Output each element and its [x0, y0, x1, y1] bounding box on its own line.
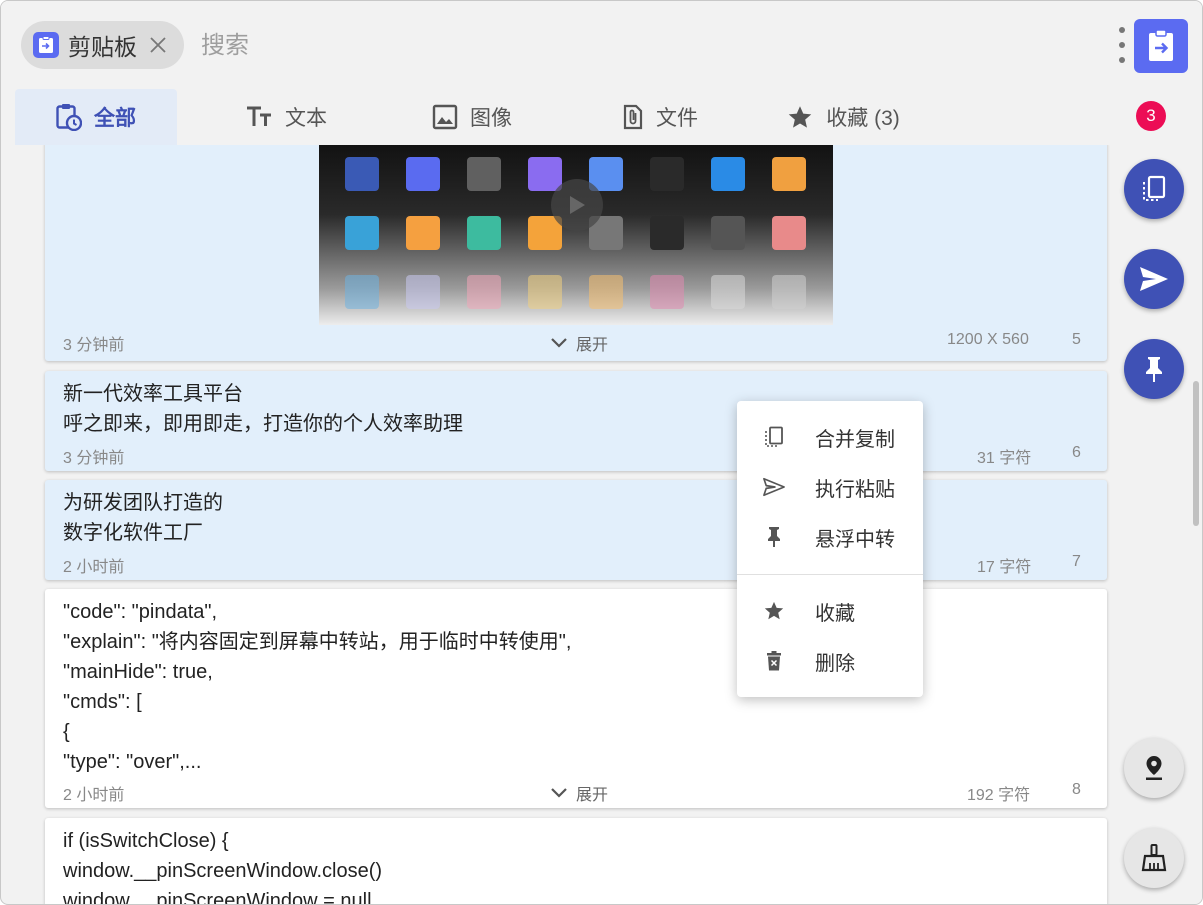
- tab-label: 文件: [656, 107, 698, 130]
- item-index: 5: [1072, 331, 1081, 348]
- expand-button[interactable]: 展开: [550, 781, 608, 805]
- tab-label: 文本: [285, 107, 327, 130]
- app-tile-icon: [650, 216, 684, 250]
- menu-item-favorite[interactable]: 收藏: [737, 589, 923, 633]
- star-icon: [786, 104, 814, 131]
- star-icon: [763, 600, 785, 622]
- pin-icon: [1146, 357, 1162, 382]
- app-tile-icon: [711, 275, 745, 309]
- pin-float-button[interactable]: [1124, 339, 1184, 399]
- item-size: 17 字符: [977, 559, 1032, 576]
- app-tile-icon: [528, 275, 562, 309]
- tab-image[interactable]: 图像: [417, 89, 527, 145]
- chip-label: 剪贴板: [68, 34, 137, 60]
- app-tile-icon: [528, 157, 562, 191]
- item-size: 1200 X 560: [947, 331, 1029, 348]
- clipboard-item-text[interactable]: 为研发团队打造的 数字化软件工厂 2 小时前 17 字符 7: [45, 480, 1107, 580]
- send-icon: [763, 476, 785, 498]
- app-tile-icon: [772, 216, 806, 250]
- close-icon[interactable]: [147, 34, 169, 56]
- send-icon: [1140, 267, 1168, 291]
- app-tile-icon: [467, 157, 501, 191]
- app-tile-icon: [406, 157, 440, 191]
- text-size-icon: [245, 106, 273, 128]
- tab-label: 收藏 (3): [826, 107, 900, 130]
- app-tile-icon: [711, 216, 745, 250]
- merge-copy-icon: [763, 426, 785, 448]
- item-index: 6: [1072, 444, 1081, 461]
- expand-button[interactable]: 展开: [550, 331, 608, 355]
- menu-item-merge-copy[interactable]: 合并复制: [737, 415, 923, 459]
- tab-favorites[interactable]: 收藏 (3): [773, 89, 913, 145]
- app-tile-icon: [650, 275, 684, 309]
- app-tile-icon: [406, 216, 440, 250]
- search-input[interactable]: [201, 27, 1081, 65]
- app-tile-icon: [711, 157, 745, 191]
- clipboard-clock-icon: [56, 103, 82, 131]
- action-column: [1121, 145, 1202, 904]
- clipboard-item-text[interactable]: 新一代效率工具平台 呼之即来，即用即走，打造你的个人效率助理 3 分钟前 31 …: [45, 371, 1107, 471]
- play-icon: [551, 179, 603, 231]
- clipboard-item-text[interactable]: if (isSwitchClose) { window.__pinScreenW…: [45, 818, 1107, 905]
- clipboard-app-button[interactable]: [1134, 19, 1188, 73]
- clipboard-item-image[interactable]: 3 分钟前 展开 1200 X 560 5: [45, 145, 1107, 361]
- trash-icon: [763, 650, 785, 672]
- more-menu-icon[interactable]: [1115, 27, 1129, 63]
- context-menu: 合并复制 执行粘贴 悬浮中转 收藏 删除: [737, 401, 923, 697]
- merge-copy-icon: [1143, 175, 1166, 201]
- image-icon: [432, 104, 458, 130]
- item-text: if (isSwitchClose) { window.__pinScreenW…: [63, 830, 383, 905]
- app-tile-icon: [345, 216, 379, 250]
- app-tile-icon: [772, 275, 806, 309]
- item-time: 2 小时前: [63, 559, 125, 576]
- tab-all[interactable]: 全部: [15, 89, 177, 145]
- clipboard-list: 3 分钟前 展开 1200 X 560 5 新一代效率工具平台 呼之即来，即用即…: [1, 145, 1121, 905]
- app-tile-icon: [406, 275, 440, 309]
- item-size: 192 字符: [967, 787, 1031, 804]
- app-tile-icon: [467, 216, 501, 250]
- chevron-down-icon: [551, 338, 567, 348]
- tab-label: 图像: [470, 107, 512, 130]
- tab-text[interactable]: 文本: [231, 89, 341, 145]
- clipboard-app-icon: [33, 32, 59, 58]
- item-text: 新一代效率工具平台 呼之即来，即用即走，打造你的个人效率助理: [63, 383, 463, 435]
- image-thumbnail: [319, 145, 833, 325]
- item-text: "code": "pindata", "explain": "将内容固定到屏幕中…: [63, 601, 572, 773]
- app-tile-icon: [772, 157, 806, 191]
- menu-item-delete[interactable]: 删除: [737, 639, 923, 683]
- scrollbar[interactable]: [1193, 381, 1199, 526]
- app-tile-icon: [345, 275, 379, 309]
- menu-divider: [737, 574, 923, 575]
- item-text: 为研发团队打造的 数字化软件工厂: [63, 492, 223, 544]
- app-window: 剪贴板 全部: [0, 0, 1203, 905]
- app-tile-icon: [589, 275, 623, 309]
- clipboard-filter-chip[interactable]: 剪贴板: [21, 21, 184, 69]
- chevron-down-icon: [551, 788, 567, 798]
- item-index: 7: [1072, 553, 1081, 570]
- menu-item-paste[interactable]: 执行粘贴: [737, 465, 923, 509]
- count-badge: 3: [1136, 101, 1166, 131]
- item-size: 31 字符: [977, 450, 1032, 467]
- clean-button[interactable]: [1124, 828, 1184, 888]
- paperclip-file-icon: [622, 103, 644, 131]
- clipboard-item-text[interactable]: "code": "pindata", "explain": "将内容固定到屏幕中…: [45, 589, 1107, 808]
- paste-send-button[interactable]: [1124, 249, 1184, 309]
- item-index: 8: [1072, 781, 1081, 798]
- item-time: 2 小时前: [63, 787, 125, 804]
- item-time: 3 分钟前: [63, 450, 125, 467]
- broom-icon: [1141, 844, 1167, 872]
- merge-copy-button[interactable]: [1124, 159, 1184, 219]
- item-time: 3 分钟前: [63, 337, 125, 354]
- location-button[interactable]: [1124, 738, 1184, 798]
- app-tile-icon: [345, 157, 379, 191]
- tab-file[interactable]: 文件: [605, 89, 715, 145]
- menu-item-pin[interactable]: 悬浮中转: [737, 515, 923, 559]
- location-pin-icon: [1146, 756, 1162, 780]
- app-tile-icon: [650, 157, 684, 191]
- tab-bar: 全部 文本 图像 文件 收藏 (3): [1, 89, 1202, 145]
- app-tile-icon: [467, 275, 501, 309]
- top-bar: 剪贴板: [1, 1, 1202, 89]
- pin-icon: [763, 526, 785, 548]
- tab-label: 全部: [94, 107, 136, 130]
